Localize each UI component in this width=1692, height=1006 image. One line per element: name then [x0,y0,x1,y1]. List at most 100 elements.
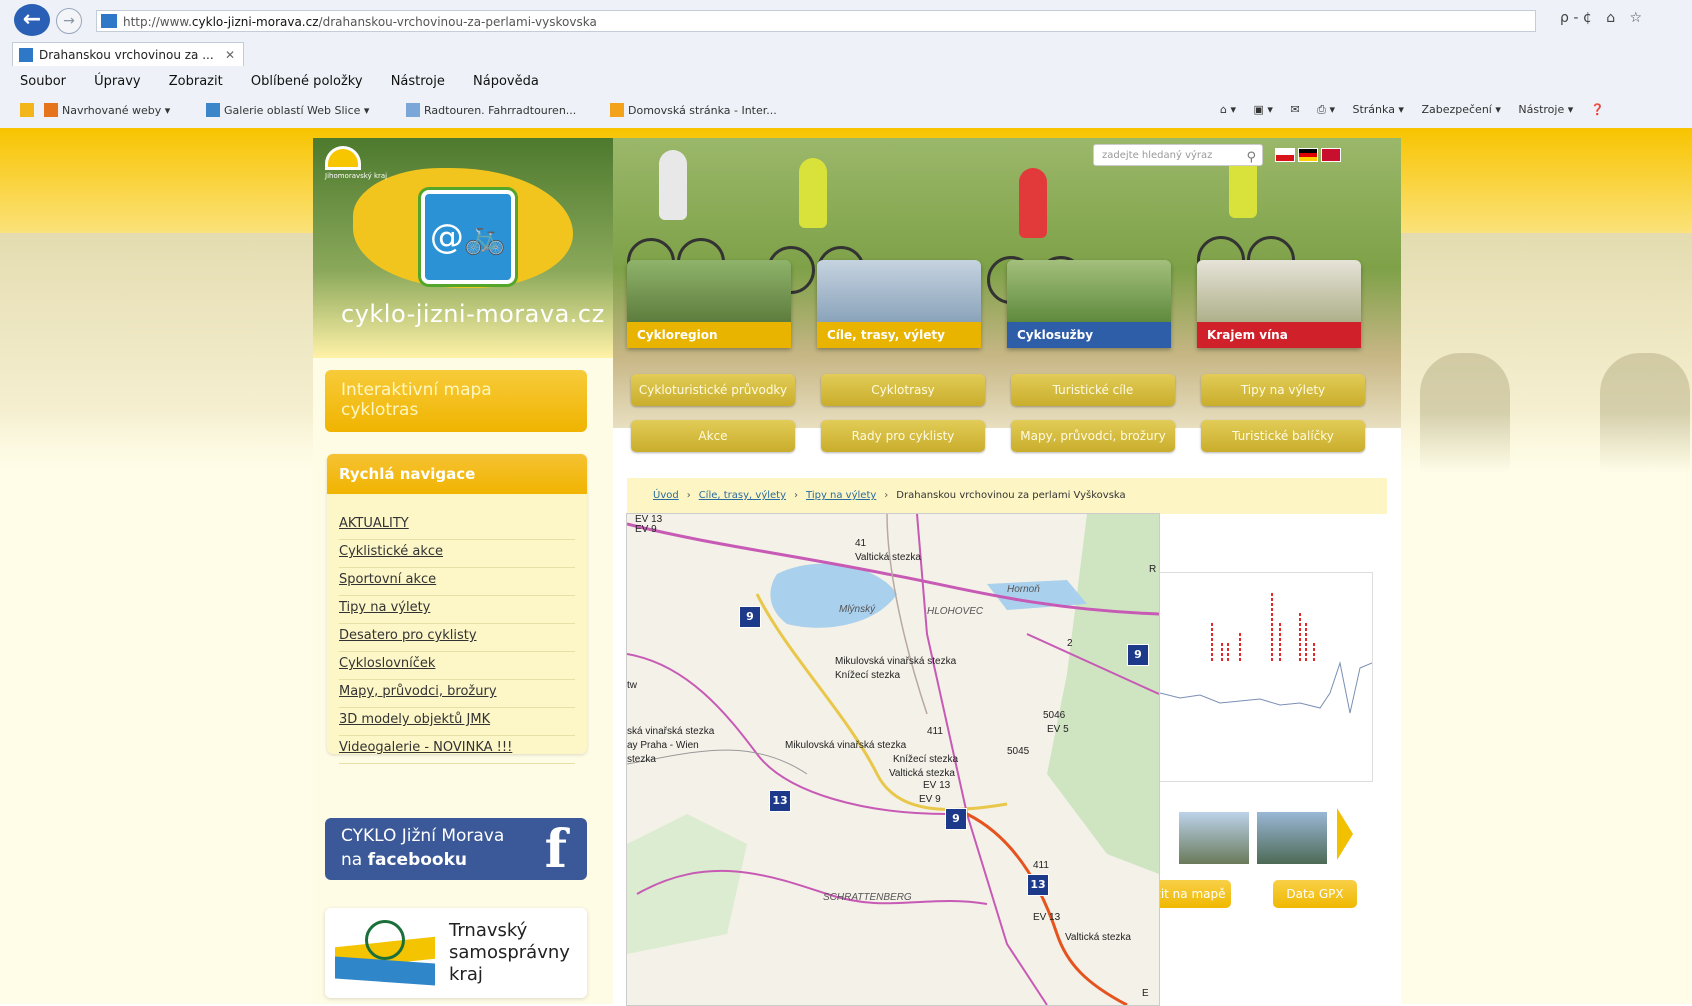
gpx-data-button[interactable]: Data GPX [1273,880,1357,908]
btn-turisticke-cile[interactable]: Turistické cíle [1011,374,1175,406]
btn-rady-pro-cyklisty[interactable]: Rady pro cyklisty [821,420,985,452]
category-cile-trasy[interactable]: Cíle, trasy, výlety [817,260,981,348]
btn-tipy-na-vylety[interactable]: Tipy na výlety [1201,374,1365,406]
map-label: Hornoň [1007,584,1040,595]
flag-cz-icon[interactable] [1275,148,1295,162]
home-icon[interactable]: ⌂ ▾ [1220,103,1236,116]
print-icon[interactable]: ⎙ ▾ [1317,103,1335,116]
jmk-logo-icon [325,146,361,170]
site-name[interactable]: cyklo-jizni-morava.cz [341,300,605,328]
language-flags [1275,147,1344,166]
map-label: 5046 [1043,710,1066,721]
search-input[interactable]: zadejte hledaný výraz ⚲ [1093,144,1263,166]
search-refresh-icon[interactable]: ρ - ¢ [1560,10,1592,26]
fav-suggested-sites[interactable]: Navrhované weby ▾ [44,103,170,117]
map-label: ská vinařská stezka [627,726,715,737]
map-label: HLOHOVEC [927,606,984,617]
map-label: EV 13 [1033,912,1061,923]
menu-soubor[interactable]: Soubor [20,70,66,94]
map-label: 41 [855,538,867,549]
quick-nav-title: Rychlá navigace [327,454,587,494]
favorites-star-icon[interactable]: ☆ [1630,10,1643,26]
interactive-map-button[interactable]: Interaktivní mapa cyklotras [325,370,587,432]
menu-nastroje[interactable]: Nástroje [391,70,445,94]
breadcrumb-home[interactable]: Úvod [653,490,679,501]
btn-cyklotrasy[interactable]: Cyklotrasy [821,374,985,406]
map-label: 411 [927,726,943,737]
gallery-next-arrow-icon[interactable] [1337,808,1353,860]
quick-nav-item[interactable]: AKTUALITY [339,512,575,540]
route-map[interactable]: EV 13 EV 9 41 Valtická stezka Mlýnský HL… [626,513,1160,1006]
bike-logo-icon[interactable]: @🚲 [421,190,515,284]
btn-akce[interactable]: Akce [631,420,795,452]
map-label: EV 9 [919,794,941,805]
map-label: Valtická stezka [1065,932,1131,943]
tab-active[interactable]: Drahanskou vrchovinou za ... ✕ [12,42,244,66]
tab-row: Drahanskou vrchovinou za ... ✕ [0,40,1692,68]
map-label: Mlýnský [839,604,876,615]
quick-nav-item[interactable]: Cyklistické akce [339,540,575,568]
btn-mapy-pruvodci[interactable]: Mapy, průvodci, brožury [1011,420,1175,452]
help-icon[interactable]: ❓ [1591,103,1605,116]
cmd-security[interactable]: Zabezpečení ▾ [1421,103,1500,116]
gallery-thumbnail[interactable] [1257,812,1327,864]
map-label: Valtická stezka [855,552,921,563]
address-tools: ρ - ¢ ⌂ ☆ [1560,10,1652,26]
menu-upravy[interactable]: Úpravy [94,70,140,94]
cmd-tools[interactable]: Nástroje ▾ [1518,103,1573,116]
jmk-logo[interactable]: Jihomoravský kraj [325,146,405,186]
left-column: Jihomoravský kraj @🚲 cyklo-jizni-morava.… [313,138,613,1004]
web-slice-icon [206,103,220,117]
menu-napoveda[interactable]: Nápověda [473,70,539,94]
btn-cykloturisticke-pruvodky[interactable]: Cykloturistické průvodky [631,374,795,406]
quick-nav-item[interactable]: Videogalerie - NOVINKA !!! [339,736,575,764]
map-label: Mikulovská vinařská stezka [785,740,907,751]
fav-home[interactable]: Domovská stránka - Inter... [610,103,777,117]
quick-nav-item[interactable]: Sportovní akce [339,568,575,596]
elevation-profile [1159,572,1373,782]
gallery-thumbnail[interactable] [1179,812,1249,864]
quick-nav-item[interactable]: Desatero pro cyklisty [339,624,575,652]
menu-zobrazit[interactable]: Zobrazit [169,70,223,94]
facebook-line2: na facebooku [341,850,468,870]
quick-nav-item[interactable]: Cykloslovníček [339,652,575,680]
quick-nav-item[interactable]: 3D modely objektů JMK [339,708,575,736]
menu-oblibene[interactable]: Oblíbené položky [251,70,363,94]
map-label: ay Praha - Wien [627,740,699,751]
map-label: 2 [1067,638,1073,649]
category-cykloregion[interactable]: Cykloregion [627,260,791,348]
route-shield-icon: 9 [739,606,761,628]
breadcrumb-tipy[interactable]: Tipy na výlety [806,490,876,501]
flag-de-icon[interactable] [1298,148,1318,162]
category-krajem-vina[interactable]: Krajem vína [1197,260,1361,348]
tab-favicon-icon [19,48,33,62]
fav-radtouren[interactable]: Radtouren. Fahrradtouren... [406,103,576,117]
mail-icon[interactable]: ✉ [1290,103,1299,116]
page-icon [406,103,420,117]
category-cyklosluzby[interactable]: Cyklosužby [1007,260,1171,348]
map-label: EV 13 [923,780,951,791]
breadcrumb-cile[interactable]: Cíle, trasy, výlety [699,490,786,501]
map-label: Knížecí stezka [835,670,901,681]
close-tab-icon[interactable]: ✕ [225,43,235,66]
quick-nav-item[interactable]: Tipy na výlety [339,596,575,624]
address-bar[interactable]: http://www.cyklo-jizni-morava.cz/drahans… [96,10,1536,32]
quick-navigation: Rychlá navigace AKTUALITY Cyklistické ak… [327,454,587,764]
flag-en-icon[interactable] [1321,148,1341,162]
fav-web-slice[interactable]: Galerie oblastí Web Slice ▾ [206,103,369,117]
btn-turisticke-balicky[interactable]: Turistické balíčky [1201,420,1365,452]
facebook-banner[interactable]: CYKLO Jižní Morava na facebooku f [325,818,587,880]
forward-button[interactable]: → [56,8,82,34]
route-shield-icon: 9 [945,808,967,830]
feeds-icon[interactable]: ▣ ▾ [1254,103,1273,116]
quick-nav-item[interactable]: Mapy, průvodci, brožury [339,680,575,708]
show-on-map-button[interactable]: zit na mapě [1149,880,1231,908]
trnavsky-kraj-banner[interactable]: Trnavský samosprávny kraj [325,908,587,998]
logo-area: Jihomoravský kraj @🚲 cyklo-jizni-morava.… [313,138,613,358]
back-button[interactable]: ← [14,4,50,36]
search-icon[interactable]: ⚲ [1246,147,1256,169]
favorites-star-icon[interactable] [20,103,38,117]
background-cyclist [1420,353,1510,473]
cmd-page[interactable]: Stránka ▾ [1352,103,1403,116]
home-icon[interactable]: ⌂ [1606,10,1615,26]
